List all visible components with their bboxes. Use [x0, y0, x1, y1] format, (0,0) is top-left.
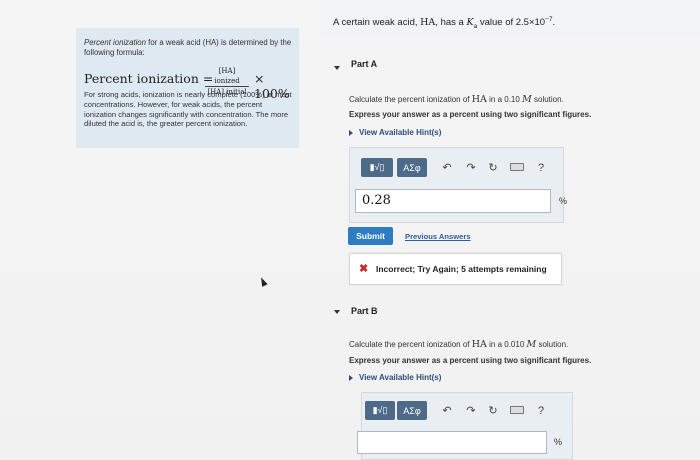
intro-exponent: −7 [545, 16, 553, 23]
feedback-text: Incorrect; Try Again; 5 attempts remaini… [376, 264, 547, 274]
problem-intro: A certain weak acid, HA, has a Ka value … [333, 16, 555, 30]
part-a-math-toolbar: ▮√▯ ΑΣφ ↶ ↷ ↻ ? [361, 158, 551, 177]
intro-acid: HA [420, 17, 436, 29]
mouse-cursor-icon [258, 276, 268, 287]
part-b-prompt-2: in a 0.010 [486, 340, 527, 349]
previous-answers-link[interactable]: Previous Answers [405, 232, 471, 241]
part-b-instruction: Express your answer as a percent using t… [349, 356, 592, 365]
part-b-unit: % [554, 437, 563, 447]
intro-period: . [552, 17, 556, 29]
part-b-hints-label: View Available Hint(s) [359, 373, 442, 382]
part-a-title[interactable]: Part A [351, 59, 377, 69]
part-b-molar: M [526, 339, 537, 350]
greek-symbols-button[interactable]: ΑΣφ [397, 401, 427, 420]
submit-button[interactable]: Submit [348, 227, 393, 245]
incorrect-x-icon: ✖ [359, 263, 369, 275]
part-a-prompt-2: in a 0.10 [486, 95, 523, 104]
part-b-math-toolbar: ▮√▯ ΑΣφ ↶ ↷ ↻ ? [365, 401, 551, 420]
keyboard-icon[interactable] [507, 162, 527, 174]
keyboard-icon[interactable] [507, 405, 527, 417]
reset-icon[interactable]: ↻ [483, 161, 503, 174]
reset-icon[interactable]: ↻ [483, 404, 503, 417]
part-b-title[interactable]: Part B [351, 306, 378, 316]
part-b-answer-input[interactable] [357, 431, 547, 454]
part-a-molar: M [522, 94, 532, 105]
expand-arrow-icon [349, 129, 353, 136]
part-a-unit: % [559, 196, 568, 206]
intro-text-2: , has a [435, 17, 467, 29]
expand-arrow-icon [349, 374, 353, 381]
info-intro-italic: Percent ionization [84, 38, 146, 47]
help-icon[interactable]: ? [531, 162, 551, 174]
part-a-acid: HA [471, 94, 487, 105]
formula-numerator: [HA] ionized [205, 66, 249, 87]
templates-button[interactable]: ▮√▯ [361, 158, 393, 177]
part-a-instruction: Express your answer as a percent using t… [349, 110, 592, 119]
greek-symbols-button[interactable]: ΑΣφ [397, 158, 427, 177]
part-a-prompt-3: solution. [531, 95, 564, 104]
part-b-prompt: Calculate the percent ionization of HA i… [349, 339, 568, 350]
redo-icon[interactable]: ↷ [461, 404, 481, 417]
percent-ionization-formula: Percent ionization = [HA] ionized [HA] i… [84, 66, 294, 101]
part-b-hints-link[interactable]: View Available Hint(s) [349, 373, 441, 382]
part-a-prompt-1: Calculate the percent ionization of [349, 95, 472, 104]
greek-icon: ΑΣφ [403, 405, 421, 416]
templates-icon: ▮√▯ [372, 405, 388, 415]
part-b-acid: HA [471, 339, 487, 350]
part-a-answer-input[interactable]: 0.28 [355, 189, 551, 213]
formula-lhs: Percent ionization = [84, 71, 214, 86]
part-a-hints-label: View Available Hint(s) [359, 128, 442, 137]
info-description: For strong acids, ionization is nearly c… [84, 90, 292, 129]
part-b-prompt-3: solution. [536, 340, 569, 349]
info-intro: Percent ionization for a weak acid (HA) … [84, 38, 292, 58]
part-b-prompt-1: Calculate the percent ionization of [349, 340, 472, 349]
intro-k: K [466, 17, 474, 29]
intro-text-3: value of 2.5×10 [477, 17, 546, 29]
redo-icon[interactable]: ↷ [461, 161, 481, 174]
feedback-incorrect: ✖ Incorrect; Try Again; 5 attempts remain… [349, 253, 562, 285]
undo-icon[interactable]: ↶ [437, 161, 457, 174]
part-b-collapse-chevron-icon[interactable] [334, 310, 340, 314]
intro-text-1: A certain weak acid, [333, 17, 421, 29]
undo-icon[interactable]: ↶ [437, 404, 457, 417]
part-a-prompt: Calculate the percent ionization of HA i… [349, 94, 564, 105]
part-a-hints-link[interactable]: View Available Hint(s) [349, 128, 441, 137]
templates-icon: ▮√▯ [369, 162, 385, 172]
help-icon[interactable]: ? [531, 405, 551, 417]
info-box: Percent ionization for a weak acid (HA) … [76, 28, 299, 148]
templates-button[interactable]: ▮√▯ [365, 401, 395, 420]
part-a-collapse-chevron-icon[interactable] [334, 66, 340, 70]
page: A certain weak acid, HA, has a Ka value … [0, 0, 700, 460]
greek-icon: ΑΣφ [403, 162, 421, 173]
